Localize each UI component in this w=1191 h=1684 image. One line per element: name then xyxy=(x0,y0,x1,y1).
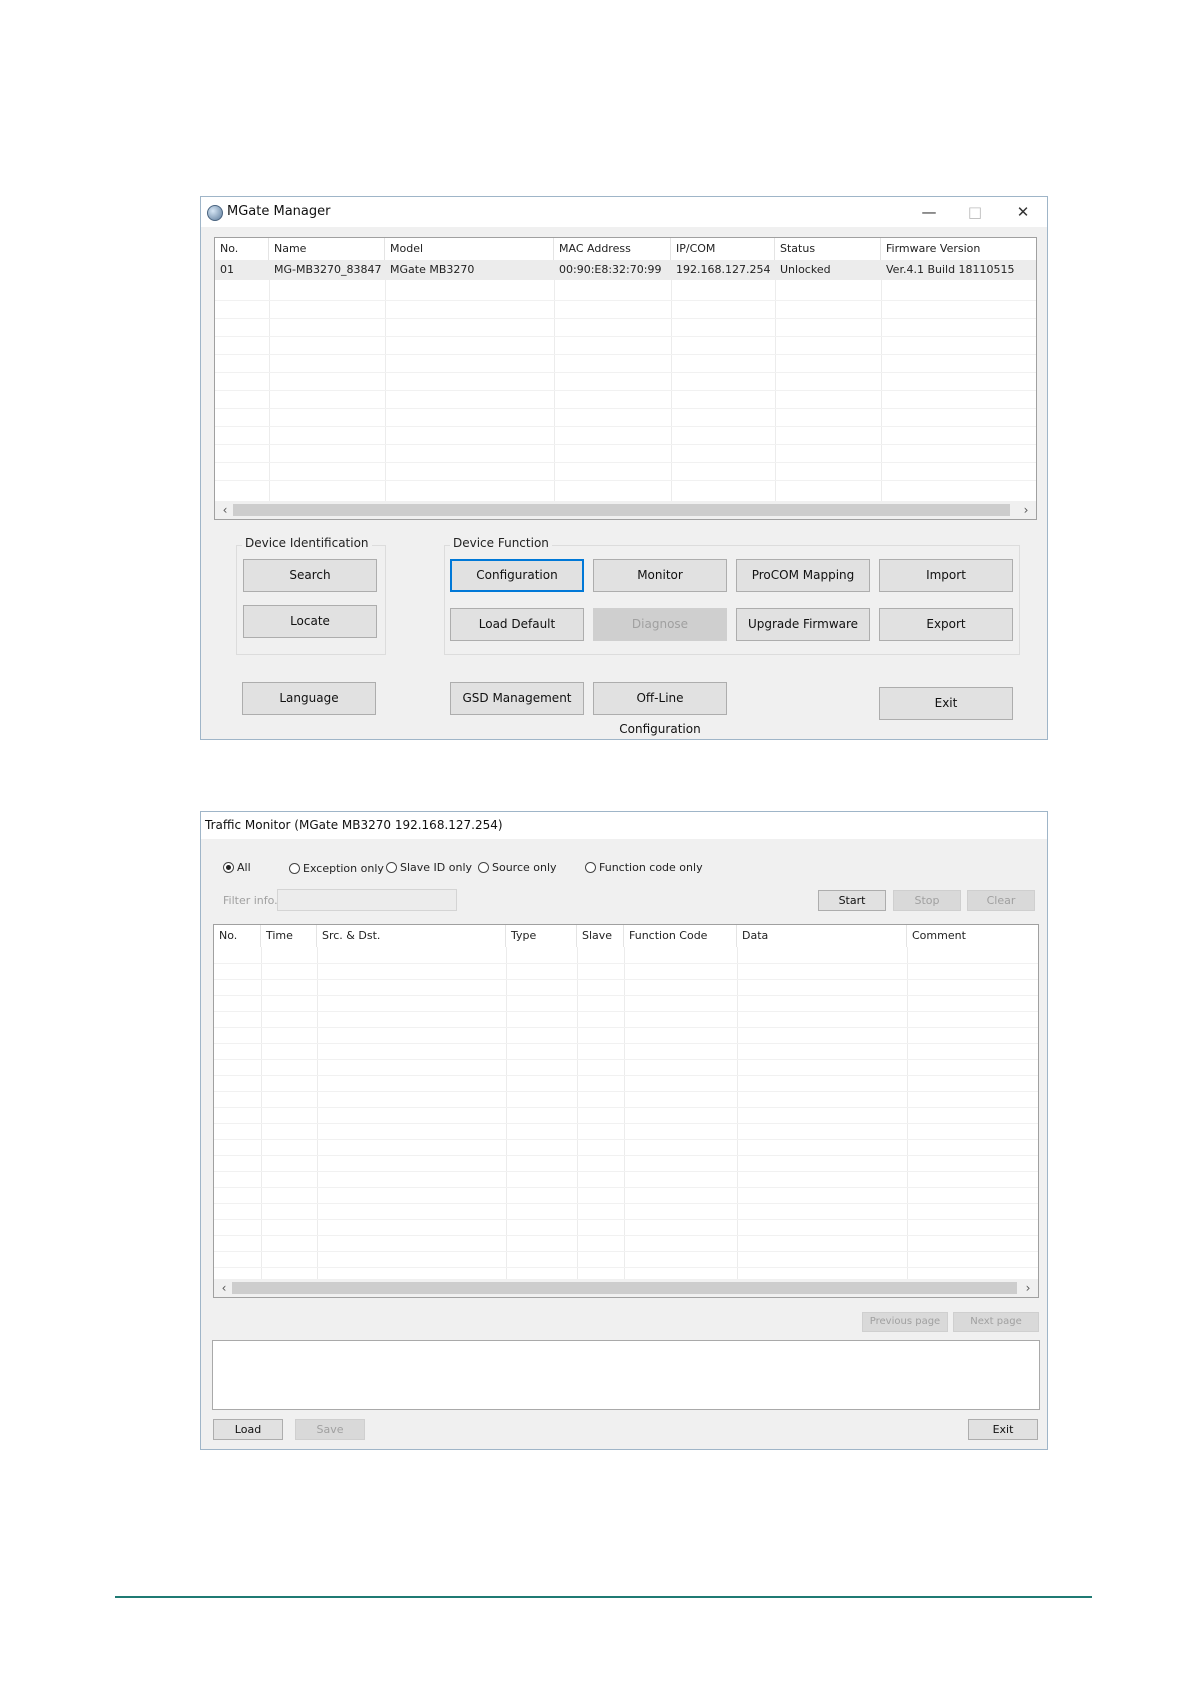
stop-button: Stop xyxy=(893,890,961,911)
device-identification-label: Device Identification xyxy=(242,536,372,550)
scrollbar-thumb[interactable] xyxy=(233,504,1010,516)
filter-exception-only-label: Exception only xyxy=(303,862,384,875)
save-button: Save xyxy=(295,1419,365,1440)
upgrade-firmware-button[interactable]: Upgrade Firmware xyxy=(736,608,870,641)
radio-unselected-icon xyxy=(386,862,397,873)
column-header-slave[interactable]: Slave xyxy=(577,925,624,947)
column-header-time[interactable]: Time xyxy=(261,925,317,947)
column-header-firmware-version[interactable]: Firmware Version xyxy=(881,238,1036,260)
mgate-manager-window: MGate Manager — □ ✕ No. Name Model MAC A… xyxy=(200,196,1048,740)
column-header-src-dst[interactable]: Src. & Dst. xyxy=(317,925,506,947)
radio-selected-icon xyxy=(223,862,234,873)
title-bar: MGate Manager — □ ✕ xyxy=(201,197,1047,227)
row-cell-status: Unlocked xyxy=(780,263,831,276)
traffic-monitor-window: Traffic Monitor (MGate MB3270 192.168.12… xyxy=(200,811,1048,1450)
traffic-list[interactable]: No. Time Src. & Dst. Type Slave Function… xyxy=(213,924,1039,1298)
procom-mapping-button[interactable]: ProCOM Mapping xyxy=(736,559,870,592)
row-cell-no: 01 xyxy=(220,263,234,276)
page-footer-rule xyxy=(115,1596,1092,1598)
export-button[interactable]: Export xyxy=(879,608,1013,641)
packet-detail-textarea[interactable] xyxy=(212,1340,1040,1410)
filter-source-only-radio[interactable]: Source only xyxy=(478,861,557,875)
filter-slave-id-only-label: Slave ID only xyxy=(400,861,473,874)
configuration-button[interactable]: Configuration xyxy=(450,559,584,592)
horizontal-scrollbar[interactable]: ‹ › xyxy=(214,1279,1038,1297)
filter-all-label: All xyxy=(237,861,251,874)
filter-function-code-only-label: Function code only xyxy=(599,861,703,874)
radio-unselected-icon xyxy=(289,863,300,874)
scroll-left-arrow-icon[interactable]: ‹ xyxy=(217,501,233,519)
scroll-right-arrow-icon[interactable]: › xyxy=(1020,1279,1036,1297)
column-header-mac-address[interactable]: MAC Address xyxy=(554,238,671,260)
exit-button[interactable]: Exit xyxy=(879,687,1013,720)
clear-button: Clear xyxy=(967,890,1035,911)
filter-function-code-only-radio[interactable]: Function code only xyxy=(585,861,703,875)
radio-unselected-icon xyxy=(585,862,596,873)
monitor-button[interactable]: Monitor xyxy=(593,559,727,592)
close-button[interactable]: ✕ xyxy=(1007,201,1039,223)
filter-slave-id-only-radio[interactable]: Slave ID only xyxy=(386,861,472,875)
device-list[interactable]: No. Name Model MAC Address IP/COM Status… xyxy=(214,237,1037,520)
filter-info-label: Filter info. xyxy=(223,894,278,907)
row-cell-mac-address: 00:90:E8:32:70:99 xyxy=(559,263,662,276)
row-cell-name: MG-MB3270_83847 xyxy=(274,263,382,276)
exit-button[interactable]: Exit xyxy=(968,1419,1038,1440)
column-header-model[interactable]: Model xyxy=(385,238,554,260)
row-cell-firmware-version: Ver.4.1 Build 18110515 xyxy=(886,263,1015,276)
filter-source-only-label: Source only xyxy=(492,861,557,874)
scrollbar-thumb[interactable] xyxy=(232,1282,1017,1294)
minimize-button[interactable]: — xyxy=(913,201,945,223)
app-globe-icon xyxy=(207,205,223,221)
offline-configuration-button[interactable]: Off-Line Configuration xyxy=(593,682,727,736)
filter-all-radio[interactable]: All xyxy=(223,861,251,875)
search-button[interactable]: Search xyxy=(243,559,377,592)
scroll-left-arrow-icon[interactable]: ‹ xyxy=(216,1279,232,1297)
gsd-management-button[interactable]: GSD Management xyxy=(450,682,584,715)
title-bar: Traffic Monitor (MGate MB3270 192.168.12… xyxy=(201,812,1047,839)
column-header-status[interactable]: Status xyxy=(775,238,881,260)
column-header-name[interactable]: Name xyxy=(269,238,385,260)
filter-info-input xyxy=(277,889,457,911)
maximize-button[interactable]: □ xyxy=(959,201,991,223)
column-header-ip-com[interactable]: IP/COM xyxy=(671,238,775,260)
locate-button[interactable]: Locate xyxy=(243,605,377,638)
load-button[interactable]: Load xyxy=(213,1419,283,1440)
column-header-no[interactable]: No. xyxy=(214,925,261,947)
column-header-type[interactable]: Type xyxy=(506,925,577,947)
diagnose-button: Diagnose xyxy=(593,608,727,641)
scroll-right-arrow-icon[interactable]: › xyxy=(1018,501,1034,519)
table-row[interactable]: 01 MG-MB3270_83847 MGate MB3270 00:90:E8… xyxy=(215,260,1036,280)
horizontal-scrollbar[interactable]: ‹ › xyxy=(215,501,1036,519)
column-header-comment[interactable]: Comment xyxy=(907,925,1038,947)
column-header-no[interactable]: No. xyxy=(215,238,269,260)
device-function-label: Device Function xyxy=(450,536,552,550)
language-button[interactable]: Language xyxy=(242,682,376,715)
import-button[interactable]: Import xyxy=(879,559,1013,592)
window-title: Traffic Monitor (MGate MB3270 192.168.12… xyxy=(205,818,503,832)
load-default-button[interactable]: Load Default xyxy=(450,608,584,641)
window-title: MGate Manager xyxy=(227,204,331,219)
column-header-data[interactable]: Data xyxy=(737,925,907,947)
column-header-function-code[interactable]: Function Code xyxy=(624,925,737,947)
previous-page-button: Previous page xyxy=(862,1312,948,1332)
filter-exception-only-radio[interactable]: Exception only xyxy=(289,862,384,876)
row-cell-model: MGate MB3270 xyxy=(390,263,475,276)
start-button[interactable]: Start xyxy=(818,890,886,911)
next-page-button: Next page xyxy=(953,1312,1039,1332)
row-cell-ip-com: 192.168.127.254 xyxy=(676,263,771,276)
radio-unselected-icon xyxy=(478,862,489,873)
